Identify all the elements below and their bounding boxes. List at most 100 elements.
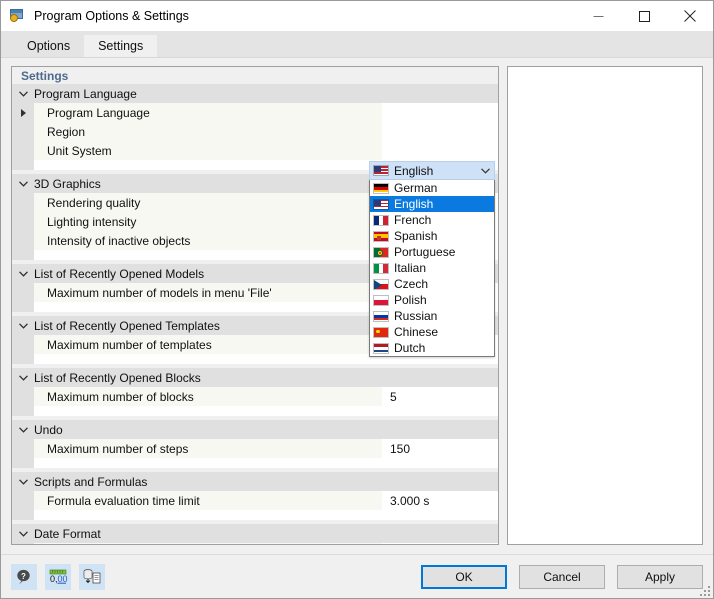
title-bar: Program Options & Settings [1, 1, 713, 31]
maximize-button[interactable] [621, 1, 667, 31]
dialog-window: Program Options & Settings Options Setti… [0, 0, 714, 599]
svg-text:0,: 0, [50, 574, 58, 584]
language-option-italian[interactable]: Italian [370, 260, 494, 276]
language-option-spanish[interactable]: Spanish [370, 228, 494, 244]
flag-it-icon [373, 263, 389, 274]
tree-item-row[interactable]: Date Formatdd.MM.yyyy [12, 543, 498, 545]
flag-cz-icon [373, 279, 389, 290]
tree-group-header[interactable]: List of Recently Opened Blocks [12, 368, 498, 387]
flag-pl-icon [373, 295, 389, 306]
tab-settings[interactable]: Settings [84, 35, 157, 57]
language-option-polish[interactable]: Polish [370, 292, 494, 308]
tree-item-label: Region [34, 122, 382, 141]
chevron-down-icon[interactable] [12, 524, 34, 543]
tab-options[interactable]: Options [13, 35, 84, 57]
tree-group-header[interactable]: Program Language [12, 84, 498, 103]
combobox-display[interactable]: English [369, 161, 495, 180]
close-button[interactable] [667, 1, 713, 31]
tree-gutter [12, 543, 34, 545]
tree-item-value[interactable]: 3.000 s [382, 491, 498, 510]
tree-gutter [12, 250, 34, 260]
apply-button[interactable]: Apply [617, 565, 703, 589]
language-option-label: French [389, 213, 431, 227]
tree-gutter [12, 193, 34, 212]
tree-item-value[interactable]: 150 [382, 439, 498, 458]
chevron-down-icon[interactable] [12, 368, 34, 387]
units-export-icon[interactable] [79, 564, 105, 590]
language-option-chinese[interactable]: Chinese [370, 324, 494, 340]
chevron-down-icon[interactable] [12, 264, 34, 283]
tree-item-value[interactable] [382, 103, 498, 122]
tree-item-row[interactable]: Maximum number of steps150 [12, 439, 498, 458]
tree-gutter [12, 231, 34, 250]
tree-gutter [12, 122, 34, 141]
tree-item-label: Intensity of inactive objects [34, 231, 382, 250]
language-dropdown-list[interactable]: German English French Spanish Portuguese… [369, 180, 495, 357]
tree-item-label: Maximum number of models in menu 'File' [34, 283, 382, 302]
tree-item-label: Maximum number of blocks [34, 387, 382, 406]
chevron-down-icon[interactable] [12, 84, 34, 103]
window-title: Program Options & Settings [34, 9, 575, 23]
chevron-down-icon[interactable] [12, 316, 34, 335]
minimize-button[interactable] [575, 1, 621, 31]
decimal-places-icon[interactable]: 0, 00 [45, 564, 71, 590]
chevron-down-icon[interactable] [12, 420, 34, 439]
language-option-czech[interactable]: Czech [370, 276, 494, 292]
flag-nl-icon [373, 343, 389, 354]
tree-item-value[interactable] [382, 141, 498, 160]
help-icon[interactable]: ? [11, 564, 37, 590]
program-settings-icon [9, 8, 25, 24]
dialog-buttons: OK Cancel Apply [421, 565, 703, 589]
tree-group-label: List of Recently Opened Templates [34, 319, 220, 333]
language-option-label: Portuguese [389, 245, 455, 259]
tree-item-row[interactable]: Region [12, 122, 498, 141]
tree-item-row[interactable]: Maximum number of blocks5 [12, 387, 498, 406]
language-option-english[interactable]: English [370, 196, 494, 212]
cancel-button[interactable]: Cancel [519, 565, 605, 589]
tree-item-label: Date Format [34, 543, 382, 545]
chevron-down-icon[interactable] [12, 174, 34, 193]
tree-item-value[interactable] [382, 122, 498, 141]
tree-item-label: Formula evaluation time limit [34, 491, 382, 510]
flag-de-icon [373, 183, 389, 194]
tree-item-row[interactable]: Formula evaluation time limit3.000 s [12, 491, 498, 510]
tree-item-label: Unit System [34, 141, 382, 160]
tree-group-header[interactable]: Date Format [12, 524, 498, 543]
tree-gutter [12, 302, 34, 312]
tree-item-value[interactable]: 5 [382, 387, 498, 406]
language-option-label: Czech [389, 277, 428, 291]
program-language-combobox[interactable]: English German English French Spanish [369, 161, 495, 357]
language-option-german[interactable]: German [370, 180, 494, 196]
tree-group-header[interactable]: Undo [12, 420, 498, 439]
chevron-down-icon[interactable] [12, 472, 34, 491]
ok-button[interactable]: OK [421, 565, 507, 589]
tree-gutter [12, 510, 34, 520]
tab-strip: Options Settings [1, 31, 713, 58]
description-panel [507, 66, 703, 545]
language-option-dutch[interactable]: Dutch [370, 340, 494, 356]
chevron-down-icon[interactable] [476, 168, 494, 174]
tree-item-label: Lighting intensity [34, 212, 382, 231]
resize-grip[interactable] [698, 584, 710, 596]
tree-gutter [12, 103, 34, 122]
flag-us-icon [373, 165, 389, 176]
tree-gutter [12, 439, 34, 458]
svg-text:?: ? [21, 572, 26, 581]
tree-item-value[interactable]: dd.MM.yyyy [382, 543, 498, 545]
flag-fr-icon [373, 215, 389, 226]
language-option-portuguese[interactable]: Portuguese [370, 244, 494, 260]
tree-group-spacer [12, 458, 498, 468]
tree-group-header[interactable]: Scripts and Formulas [12, 472, 498, 491]
expand-arrow-icon[interactable] [21, 109, 26, 117]
language-option-french[interactable]: French [370, 212, 494, 228]
tree-gutter [12, 406, 34, 416]
tree-group-label: List of Recently Opened Models [34, 267, 204, 281]
tree-group-spacer [12, 510, 498, 520]
svg-text:00: 00 [58, 574, 68, 584]
tree-group-spacer [12, 406, 498, 416]
language-option-russian[interactable]: Russian [370, 308, 494, 324]
tree-item-row[interactable]: Program Language [12, 103, 498, 122]
tree-item-label: Maximum number of templates [34, 335, 382, 354]
tree-item-row[interactable]: Unit System [12, 141, 498, 160]
dialog-content: Settings Program LanguageProgram Languag… [1, 58, 713, 554]
